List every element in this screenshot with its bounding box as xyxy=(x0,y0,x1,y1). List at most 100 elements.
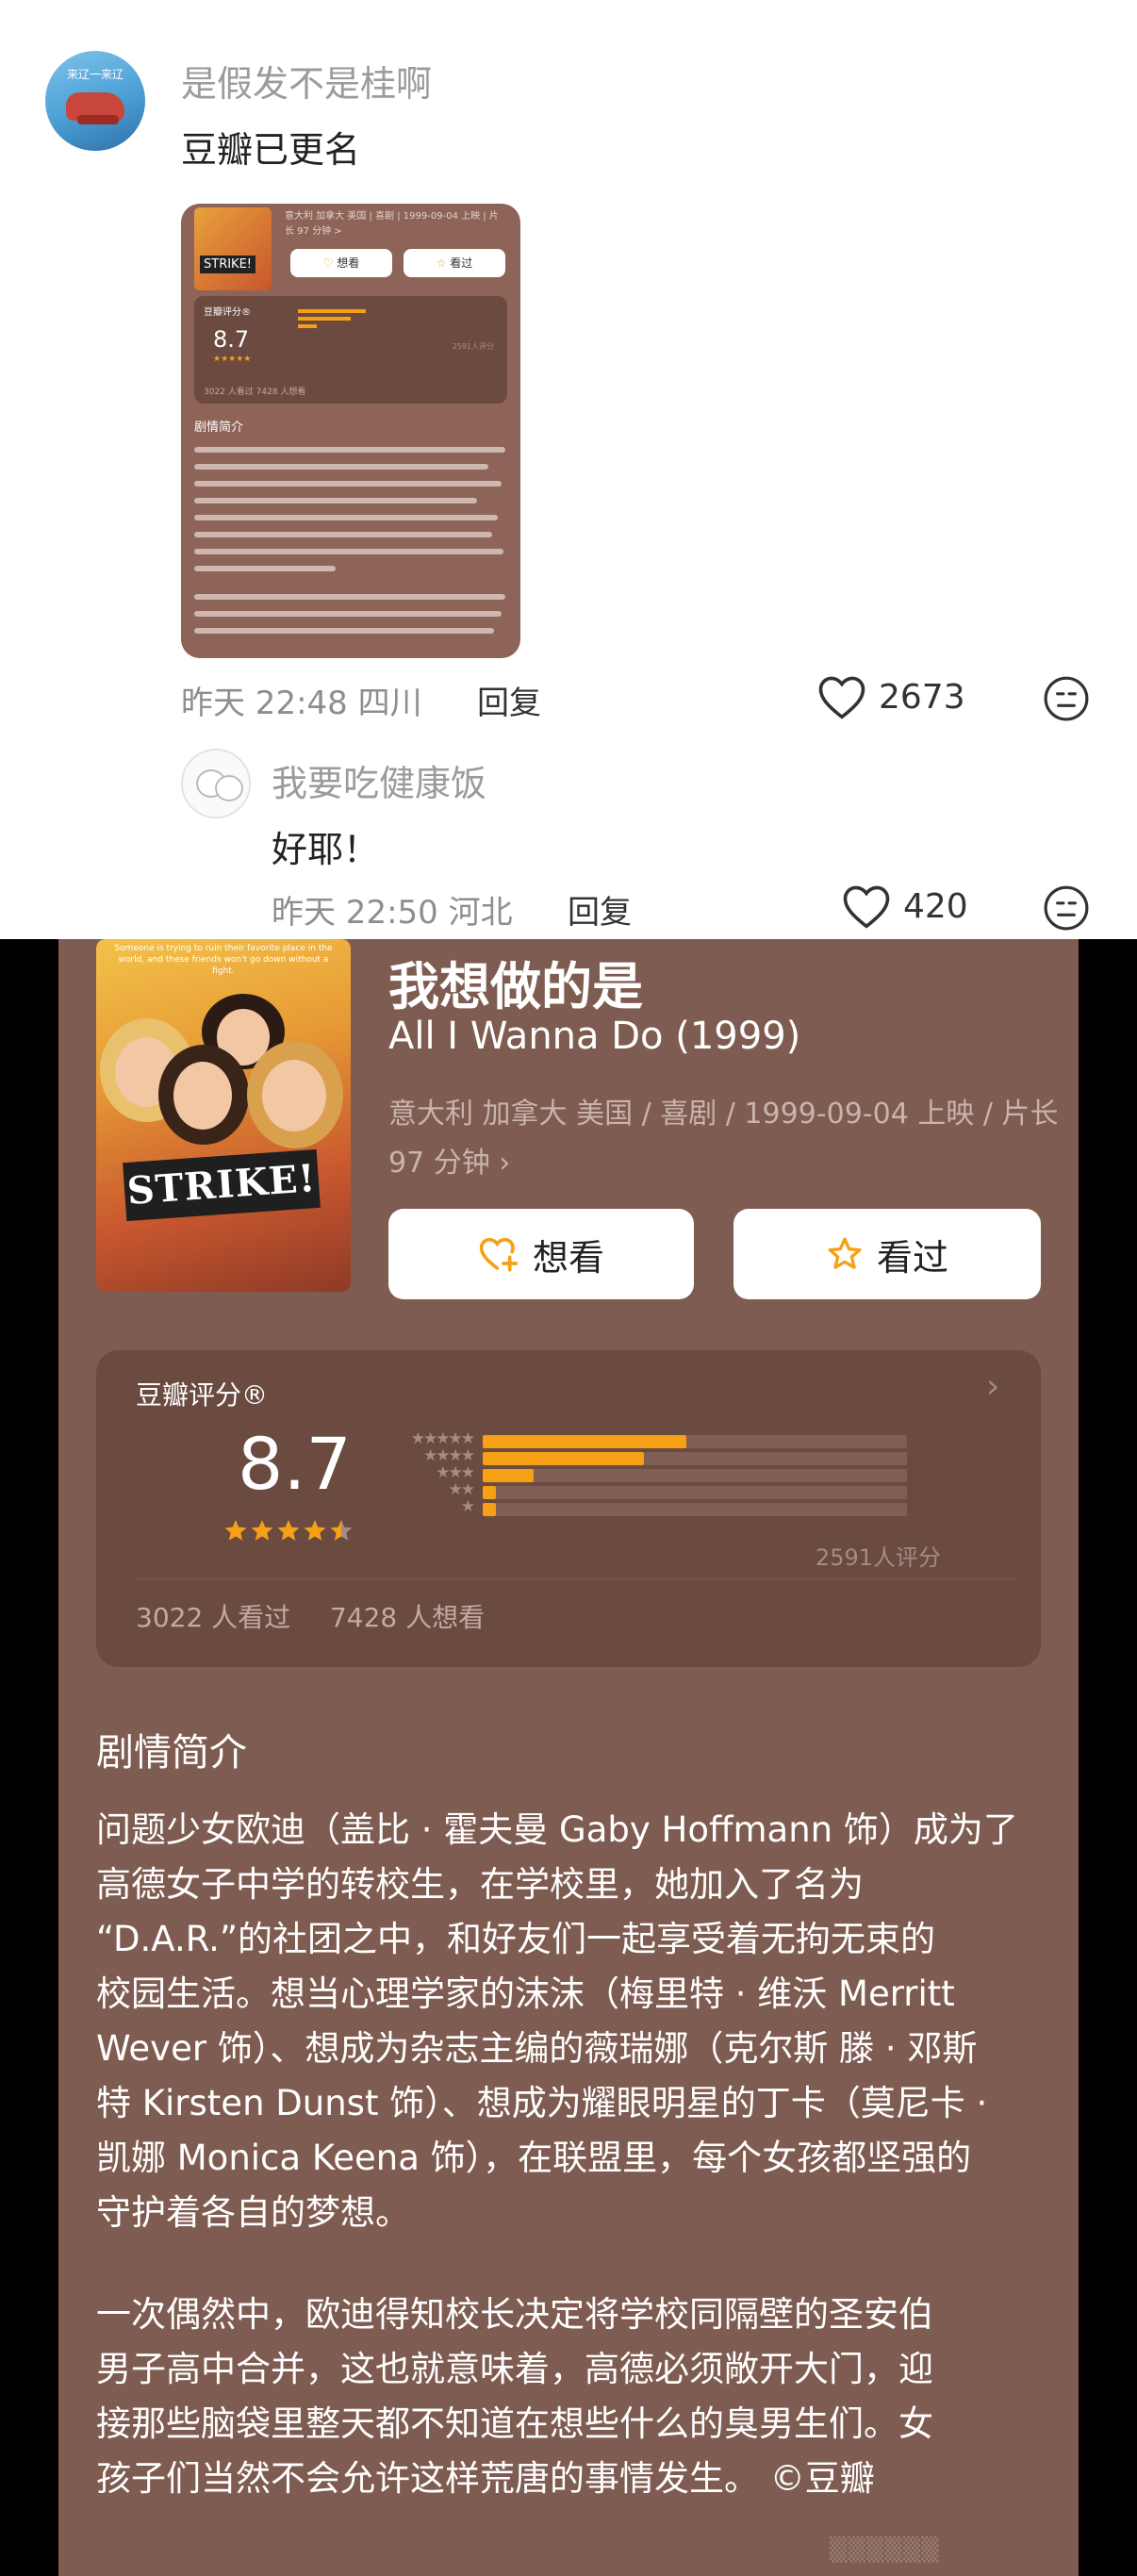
distribution-stars-label: ★★ xyxy=(448,1480,475,1499)
rating-score: 8.7 xyxy=(238,1422,352,1506)
comment-meta: 昨天 22:48 四川 xyxy=(181,677,422,723)
thumbnail-score: 8.7 xyxy=(213,326,250,353)
distribution-stars-label: ★ xyxy=(460,1497,475,1516)
distribution-stars-label: ★★★★★ xyxy=(410,1429,475,1448)
like-button[interactable]: 2673 xyxy=(816,673,965,720)
poster-tagline: Someone is trying to ruin their favorite… xyxy=(114,944,333,976)
synopsis-line: 凯娜 Monica Keena 饰），在联盟里，每个女孩都坚强的 xyxy=(96,2138,972,2178)
synopsis-line: 孩子们当然不会允许这样荒唐的事情发生。 ©豆瓣 xyxy=(96,2458,875,2499)
heart-icon xyxy=(843,885,890,929)
dislike-face-button[interactable] xyxy=(1043,675,1090,726)
movie-meta-line: 意大利 加拿大 美国 / 喜剧 / 1999-09-04 上映 / 片长 xyxy=(388,1098,1059,1131)
thumbnail-meta: 意大利 加拿大 美国 | 喜剧 | 1999-09-04 上映 | 片长 97 … xyxy=(285,211,499,237)
reply-meta: 昨天 22:50 河北 xyxy=(272,886,513,933)
distribution-bar-fill xyxy=(483,1469,534,1482)
cartoon-face-icon xyxy=(215,775,243,801)
black-border-right xyxy=(1079,939,1137,2576)
watermark: ▒▒▒▒▒▒ xyxy=(830,2536,940,2563)
distribution-bar-track xyxy=(483,1503,907,1516)
thumbnail-watched-button: ☆ 看过 xyxy=(404,249,505,277)
poster-figure xyxy=(262,1060,326,1131)
distribution-stars-label: ★★★★ xyxy=(423,1446,475,1465)
avatar[interactable]: 来辽一来辽 xyxy=(45,51,145,151)
synopsis-line: 男子高中合并，这也就意味着，高德必须敞开大门，迎 xyxy=(96,2349,933,2389)
thumbnail-text-line xyxy=(194,566,336,571)
synopsis-line: 接那些脑袋里整天都不知道在想些什么的臭男生们。女 xyxy=(96,2403,933,2444)
thumbnail-heading: 剧情简介 xyxy=(194,421,244,435)
thumbnail-bar xyxy=(298,324,317,328)
thumbnail-rating-label: 豆瓣评分® xyxy=(204,307,251,318)
movie-poster[interactable]: Someone is trying to ruin their favorite… xyxy=(96,939,351,1292)
thumbnail-text-line xyxy=(194,464,488,470)
synopsis-heading: 剧情简介 xyxy=(96,1731,247,1775)
want-to-watch-button[interactable]: 想看 xyxy=(388,1209,694,1299)
like-button[interactable]: 420 xyxy=(841,883,968,930)
rating-card[interactable]: 豆瓣评分® › 8.7 ★★★★★ ★★★★ ★★★ ★★ ★ 2591人评分 3022… xyxy=(96,1350,1041,1667)
neutral-face-icon xyxy=(1044,885,1089,931)
comment-time: 昨天 22:48 xyxy=(181,685,348,722)
distribution-bar-track xyxy=(483,1469,907,1482)
neutral-face-icon xyxy=(1044,676,1089,721)
thumbnail-want-button: ♡ 想看 xyxy=(290,249,392,277)
synopsis-line: Wever 饰）、想成为杂志主编的薇瑞娜（克尔斯 滕 · 邓斯 xyxy=(96,2028,978,2069)
synopsis-line: 守护着各自的梦想。 xyxy=(96,2192,410,2233)
wanted-count: 7428 人想看 xyxy=(329,1602,486,1633)
thumbnail-poster-strike: STRIKE! xyxy=(200,256,256,273)
synopsis-line: “D.A.R.”的社团之中，和好友们一起享受着无拘无束的 xyxy=(96,1919,936,1959)
comment-username[interactable]: 是假发不是桂啊 xyxy=(181,55,432,107)
avatar-caption: 来辽一来辽 xyxy=(66,68,124,81)
like-count: 420 xyxy=(903,886,968,926)
thumbnail-text-line xyxy=(194,447,505,453)
synopsis-paragraph-1: 问题少女欧迪（盖比 · 霍夫曼 Gaby Hoffmann 饰）成为了 高德女子中… xyxy=(96,1803,1067,2240)
poster-figure xyxy=(173,1062,232,1130)
watched-label: 看过 xyxy=(876,1236,948,1279)
star-outline-icon xyxy=(828,1237,862,1269)
watched-count: 3022 人看过 xyxy=(136,1602,291,1633)
rating-stars xyxy=(222,1518,364,1548)
thumbnail-stats: 3022 人看过 7428 人想看 xyxy=(204,388,306,397)
airplane-wing xyxy=(77,115,119,124)
synopsis-line: 校园生活。想当心理学家的沫沫（梅里特 · 维沃 Merritt xyxy=(96,1973,955,2014)
poster-strike-title: STRIKE! xyxy=(123,1148,321,1222)
thumbnail-stars: ★★★★★ xyxy=(213,355,252,364)
movie-meta-duration: 97 分钟 › xyxy=(388,1147,511,1180)
thumbnail-rating-card: 豆瓣评分® 8.7 ★★★★★ 2591人评分 3022 人看过 7428 人想… xyxy=(194,296,507,404)
reply-username[interactable]: 我要吃健康饭 xyxy=(272,754,486,806)
rating-count: 2591人评分 xyxy=(815,1544,941,1571)
thumbnail-bar xyxy=(298,309,366,313)
thumbnail-bar xyxy=(298,317,351,321)
like-count: 2673 xyxy=(879,677,965,717)
thumbnail-poster: STRIKE! xyxy=(194,207,272,290)
distribution-bar-fill xyxy=(483,1503,496,1516)
comment-image-thumbnail[interactable]: STRIKE! 意大利 加拿大 美国 | 喜剧 | 1999-09-04 上映 … xyxy=(181,204,520,658)
thumbnail-text-line xyxy=(194,628,494,634)
chevron-right-icon: › xyxy=(986,1367,1000,1406)
heart-icon xyxy=(818,676,865,719)
synopsis-line: 问题少女欧迪（盖比 · 霍夫曼 Gaby Hoffmann 饰）成为了 xyxy=(96,1809,1018,1850)
reply-button[interactable]: 回复 xyxy=(568,886,632,933)
synopsis-paragraph-2: 一次偶然中，欧迪得知校长决定将学校同隔壁的圣安伯 男子高中合并，这也就意味着，高德… xyxy=(96,2287,1067,2506)
synopsis-line: 高德女子中学的转校生，在学校里，她加入了名为 xyxy=(96,1864,864,1905)
distribution-bar-fill xyxy=(483,1435,686,1448)
thumbnail-text-line xyxy=(194,611,502,617)
reply-avatar[interactable] xyxy=(181,749,251,818)
distribution-bar-fill xyxy=(483,1486,496,1499)
distribution-bar-fill xyxy=(483,1452,644,1465)
star-rating-icon xyxy=(224,1520,353,1541)
black-border-left xyxy=(0,939,58,2576)
movie-title-en: All I Wanna Do (1999) xyxy=(388,1015,801,1058)
thumbnail-text-line xyxy=(194,549,503,554)
chevron-right-icon: › xyxy=(499,1147,511,1180)
movie-meta[interactable]: 意大利 加拿大 美国 / 喜剧 / 1999-09-04 上映 / 片长 97 … xyxy=(388,1090,1067,1188)
thumbnail-text-line xyxy=(194,594,505,600)
watched-button[interactable]: 看过 xyxy=(733,1209,1041,1299)
thumbnail-text-line xyxy=(194,515,498,520)
thumbnail-text-line xyxy=(194,481,502,487)
reply-button[interactable]: 回复 xyxy=(477,677,541,723)
dislike-face-button[interactable] xyxy=(1043,884,1090,935)
distribution-bar-track xyxy=(483,1486,907,1499)
want-to-watch-label: 想看 xyxy=(532,1236,604,1279)
distribution-bar-track xyxy=(483,1452,907,1465)
distribution-stars-label: ★★★ xyxy=(436,1463,475,1482)
thumbnail-rating-count: 2591人评分 xyxy=(452,342,494,351)
